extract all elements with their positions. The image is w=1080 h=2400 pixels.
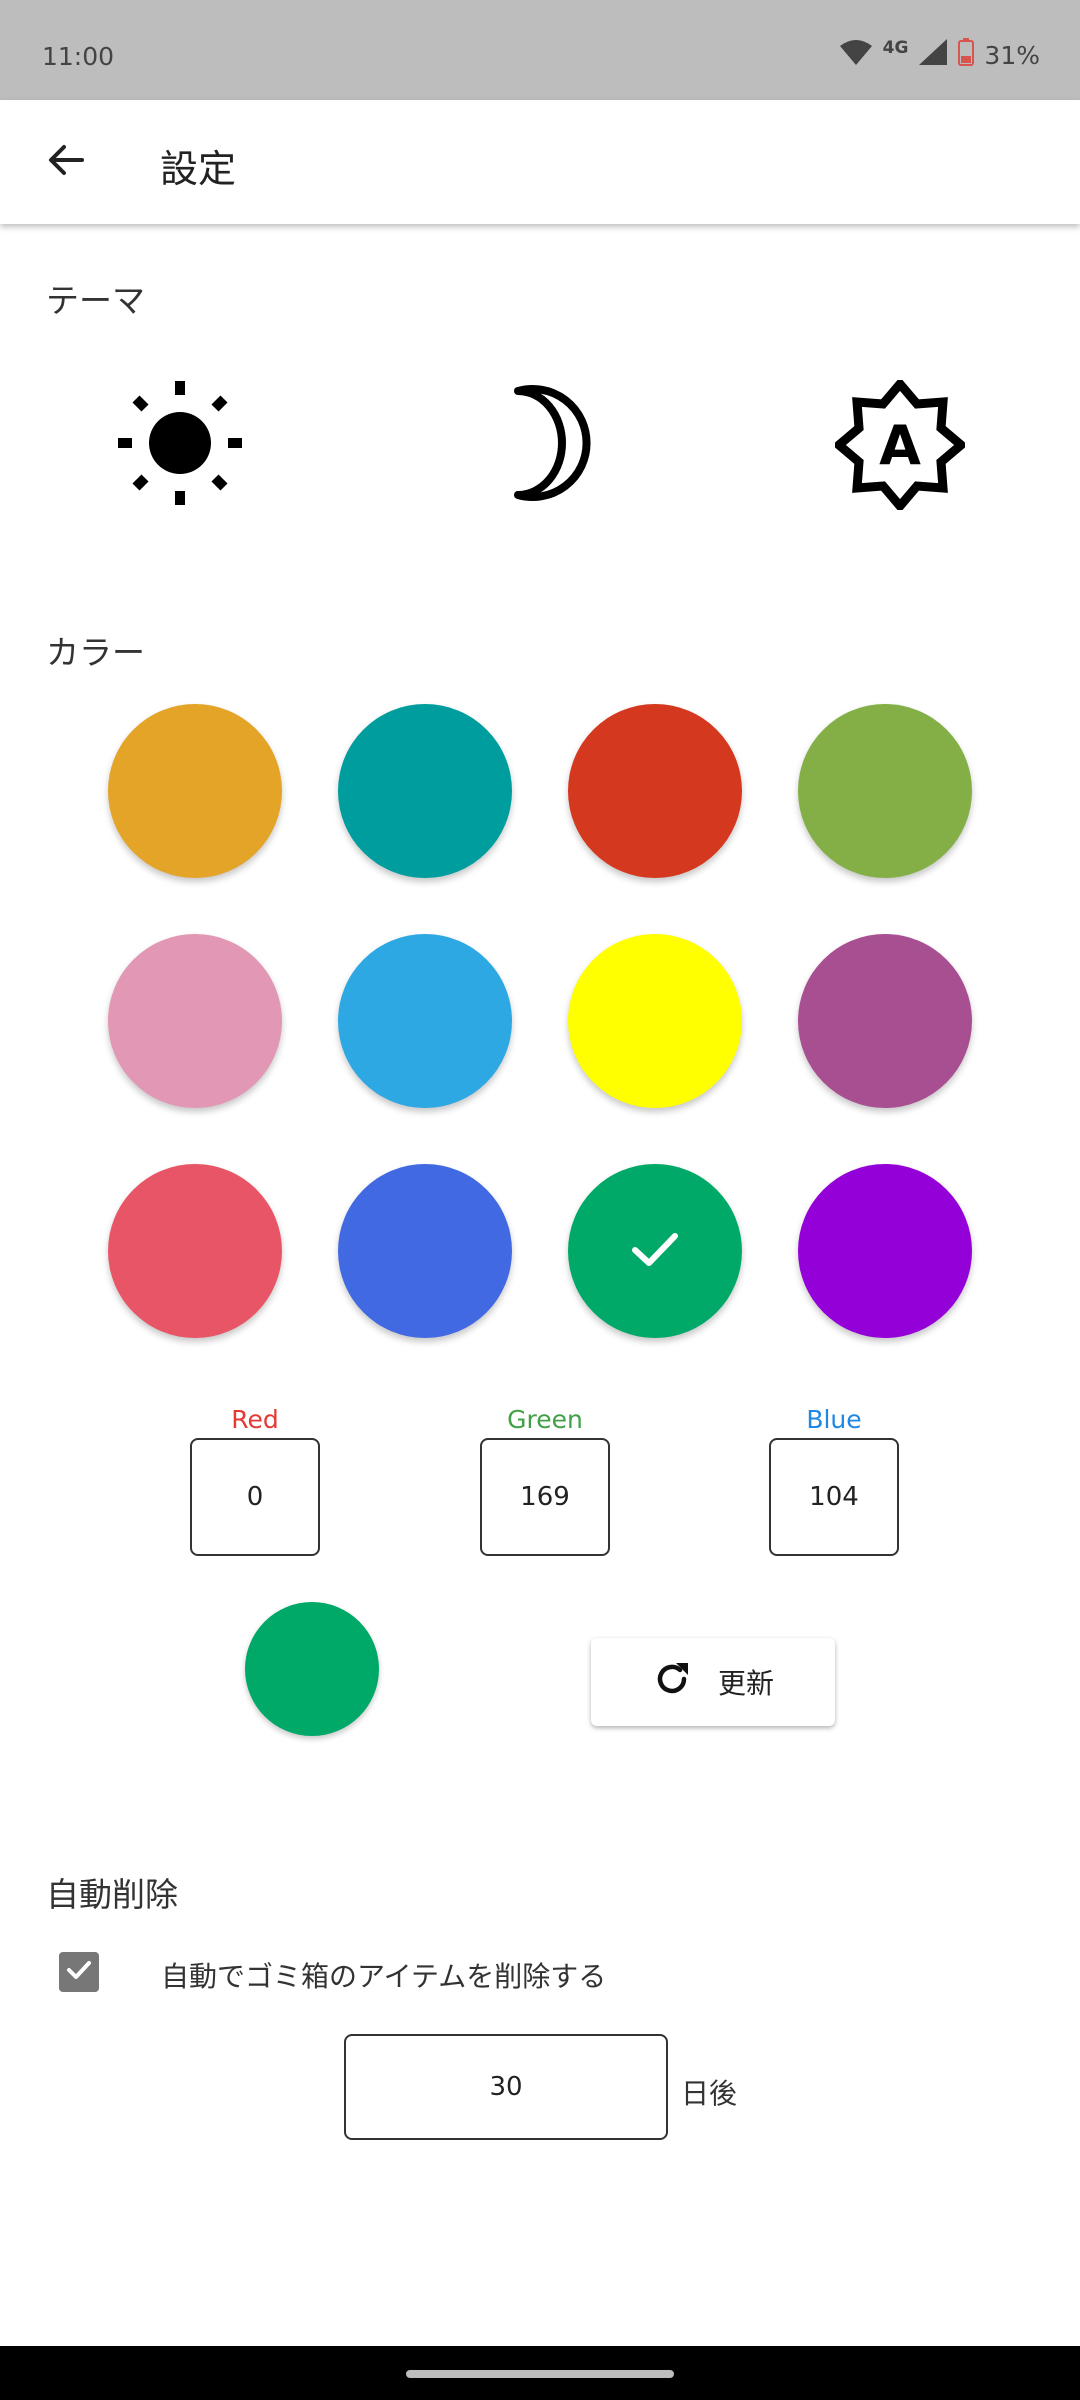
arrow-back-icon <box>46 140 86 184</box>
back-button[interactable] <box>36 132 96 192</box>
auto-delete-checkbox-label[interactable]: 自動でゴミ箱のアイテムを削除する <box>161 1955 606 1995</box>
checkmark-icon <box>64 1955 94 1989</box>
green-label: Green <box>507 1405 583 1434</box>
auto-delete-section-label: 自動削除 <box>46 1875 178 1914</box>
moon-icon <box>480 383 600 507</box>
color-swatch[interactable] <box>108 704 282 878</box>
check-icon <box>625 1219 685 1283</box>
red-input[interactable]: 0 <box>190 1438 320 1556</box>
color-preview-swatch <box>245 1602 379 1736</box>
color-swatch[interactable] <box>338 934 512 1108</box>
color-swatch[interactable] <box>798 704 972 878</box>
blue-input[interactable]: 104 <box>769 1438 899 1556</box>
color-swatch[interactable] <box>338 704 512 878</box>
color-swatch[interactable] <box>798 934 972 1108</box>
color-swatch[interactable] <box>798 1164 972 1338</box>
battery-icon <box>958 38 975 72</box>
theme-light-button[interactable] <box>110 375 250 515</box>
status-icons: 4G 31% <box>839 38 1040 72</box>
color-swatch[interactable] <box>568 1164 742 1338</box>
blue-label: Blue <box>806 1405 862 1434</box>
app-bar: 設定 <box>0 100 1080 224</box>
color-swatch[interactable] <box>338 1164 512 1338</box>
signal-icon <box>918 38 948 72</box>
green-input[interactable]: 169 <box>480 1438 610 1556</box>
color-swatch[interactable] <box>568 704 742 878</box>
brightness-auto-icon: A <box>835 380 965 510</box>
update-button-label: 更新 <box>717 1667 774 1700</box>
status-time: 11:00 <box>42 42 115 71</box>
theme-auto-button[interactable]: A <box>830 375 970 515</box>
battery-percent: 31% <box>984 40 1040 70</box>
days-suffix: 日後 <box>681 2077 738 2110</box>
color-swatch[interactable] <box>108 934 282 1108</box>
color-swatch[interactable] <box>108 1164 282 1338</box>
color-section-label: カラー <box>46 633 145 672</box>
sun-icon <box>115 378 245 512</box>
auto-delete-checkbox[interactable] <box>59 1952 99 1992</box>
page-title: 設定 <box>160 147 237 191</box>
wifi-icon <box>839 38 873 72</box>
days-input[interactable]: 30 <box>344 2034 668 2140</box>
auto-glyph: A <box>879 413 921 477</box>
color-swatch[interactable] <box>568 934 742 1108</box>
network-type: 4G <box>882 38 909 58</box>
theme-dark-button[interactable] <box>470 375 610 515</box>
theme-section-label: テーマ <box>46 281 145 320</box>
red-label: Red <box>231 1405 279 1434</box>
home-gesture-handle[interactable] <box>406 2370 674 2378</box>
update-button[interactable]: 更新 <box>591 1638 835 1726</box>
refresh-icon <box>652 1659 692 1706</box>
